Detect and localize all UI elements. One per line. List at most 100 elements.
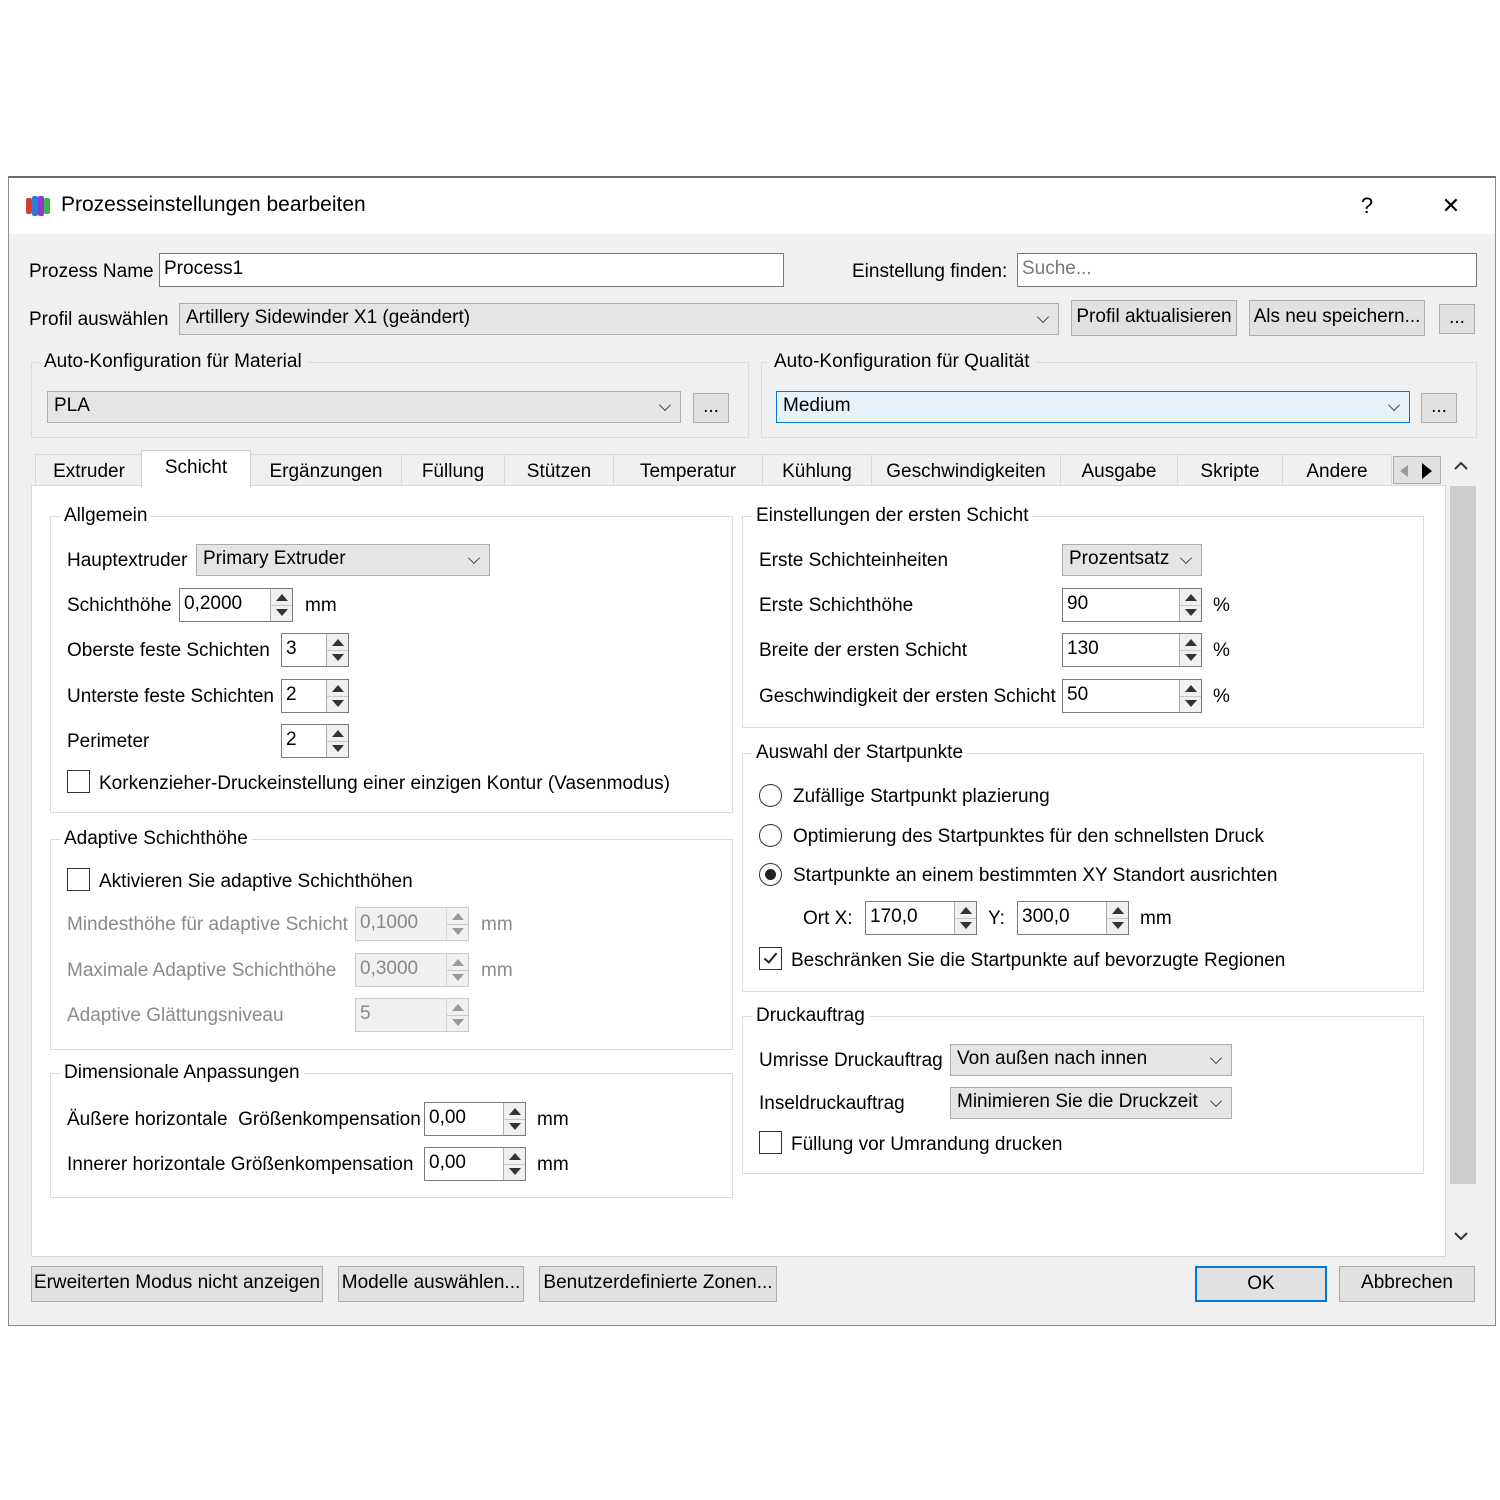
first-layer-speed-unit: % xyxy=(1213,686,1230,707)
quality-more-button[interactable]: ... xyxy=(1421,393,1457,423)
help-button[interactable]: ? xyxy=(1347,188,1387,224)
material-select[interactable]: PLA xyxy=(47,391,681,423)
adaptive-enable-checkbox[interactable] xyxy=(67,868,90,891)
spin-arrows-icon[interactable] xyxy=(503,1148,525,1180)
adaptive-min-unit: mm xyxy=(481,914,513,935)
outer-compensation-spinbox[interactable]: 0,00 xyxy=(424,1102,526,1136)
adaptive-enable-label: Aktivieren Sie adaptive Schichthöhen xyxy=(99,871,413,892)
scroll-down-icon[interactable] xyxy=(1453,1230,1469,1242)
start-x-spinbox[interactable]: 170,0 xyxy=(865,901,977,935)
spin-arrows-icon[interactable] xyxy=(326,634,348,666)
spin-arrows-icon[interactable] xyxy=(954,902,976,934)
update-profile-button[interactable]: Profil aktualisieren xyxy=(1071,300,1237,336)
general-title: Allgemein xyxy=(60,504,152,528)
inner-compensation-spinbox[interactable]: 0,00 xyxy=(424,1147,526,1181)
hide-advanced-button[interactable]: Erweiterten Modus nicht anzeigen xyxy=(31,1266,323,1302)
spin-arrows-icon[interactable] xyxy=(503,1103,525,1135)
layer-height-spinbox[interactable]: 0,2000 xyxy=(179,588,293,622)
outline-order-label: Umrisse Druckauftrag xyxy=(759,1050,943,1071)
start-random-radio[interactable] xyxy=(759,784,782,807)
ok-button[interactable]: OK xyxy=(1195,1266,1327,1302)
spin-arrows-icon[interactable] xyxy=(1179,680,1201,712)
custom-zones-button[interactable]: Benutzerdefinierte Zonen... xyxy=(539,1266,777,1302)
tab-scroll-right-icon[interactable] xyxy=(1422,463,1432,479)
profile-select[interactable]: Artillery Sidewinder X1 (geändert) xyxy=(179,303,1059,335)
tab-fuellung[interactable]: Füllung xyxy=(401,454,505,487)
tab-stuetzen[interactable]: Stützen xyxy=(504,454,614,487)
first-layer-width-unit: % xyxy=(1213,640,1230,661)
spin-arrows-icon[interactable] xyxy=(1179,589,1201,621)
infill-first-label: Füllung vor Umrandung drucken xyxy=(791,1134,1063,1155)
vase-mode-checkbox[interactable] xyxy=(67,770,90,793)
perimeter-spinbox[interactable]: 2 xyxy=(281,724,349,758)
restrict-start-checkbox[interactable] xyxy=(759,947,782,970)
first-layer-height-spinbox[interactable]: 90 xyxy=(1062,588,1202,622)
search-input[interactable]: Suche... xyxy=(1017,253,1477,287)
first-layer-width-spinbox[interactable]: 130 xyxy=(1062,633,1202,667)
infill-first-checkbox[interactable] xyxy=(759,1131,782,1154)
first-layer-speed-value: 50 xyxy=(1067,684,1089,705)
cancel-button[interactable]: Abbrechen xyxy=(1339,1266,1475,1302)
first-layer-units-select[interactable]: Prozentsatz xyxy=(1062,544,1202,576)
tab-ergaenzungen[interactable]: Ergänzungen xyxy=(250,454,402,487)
spin-arrows-icon[interactable] xyxy=(446,999,468,1031)
top-layers-spinbox[interactable]: 3 xyxy=(281,633,349,667)
vase-mode-label: Korkenzieher-Druckeinstellung einer einz… xyxy=(99,773,671,794)
select-models-button[interactable]: Modelle auswählen... xyxy=(338,1266,524,1302)
adaptive-min-spinbox[interactable]: 0,1000 xyxy=(355,907,469,941)
start-align-radio[interactable] xyxy=(759,863,782,886)
tab-kuehlung[interactable]: Kühlung xyxy=(762,454,872,487)
tab-andere[interactable]: Andere xyxy=(1282,454,1392,487)
close-icon[interactable]: ✕ xyxy=(1431,188,1471,224)
spin-arrows-icon[interactable] xyxy=(326,725,348,757)
first-layer-units-value: Prozentsatz xyxy=(1069,548,1170,569)
profile-select-label: Profil auswählen xyxy=(29,309,169,330)
tab-scroll-left-icon[interactable] xyxy=(1400,465,1408,477)
bottom-layers-spinbox[interactable]: 2 xyxy=(281,679,349,713)
inner-compensation-label: Innerer horizontale Größenkompensation xyxy=(67,1154,414,1175)
adaptive-smooth-spinbox[interactable]: 5 xyxy=(355,998,469,1032)
auto-material-title: Auto-Konfiguration für Material xyxy=(39,350,307,374)
chevron-down-icon xyxy=(658,398,672,412)
island-order-select[interactable]: Minimieren Sie die Druckzeit xyxy=(950,1087,1232,1119)
scroll-up-icon[interactable] xyxy=(1453,460,1469,472)
spin-arrows-icon[interactable] xyxy=(1106,902,1128,934)
process-name-input[interactable]: Process1 xyxy=(159,253,784,287)
spin-arrows-icon[interactable] xyxy=(446,954,468,986)
tab-ausgabe[interactable]: Ausgabe xyxy=(1060,454,1178,487)
chevron-down-icon xyxy=(1387,398,1401,412)
layer-height-value: 0,2000 xyxy=(184,593,243,614)
first-layer-width-label: Breite der ersten Schicht xyxy=(759,640,968,661)
main-extruder-select[interactable]: Primary Extruder xyxy=(196,544,490,576)
tab-schicht[interactable]: Schicht xyxy=(141,450,251,488)
spin-arrows-icon[interactable] xyxy=(326,680,348,712)
spin-arrows-icon[interactable] xyxy=(270,589,292,621)
start-y-spinbox[interactable]: 300,0 xyxy=(1017,901,1129,935)
first-layer-title: Einstellungen der ersten Schicht xyxy=(752,504,1033,528)
quality-select[interactable]: Medium xyxy=(776,391,1410,423)
tab-extruder[interactable]: Extruder xyxy=(35,454,143,487)
tab-geschwindigkeiten[interactable]: Geschwindigkeiten xyxy=(871,454,1061,487)
first-layer-speed-spinbox[interactable]: 50 xyxy=(1062,679,1202,713)
title-bar[interactable]: Prozesseinstellungen bearbeiten ? ✕ xyxy=(9,178,1495,234)
adaptive-title: Adaptive Schichthöhe xyxy=(60,827,252,851)
save-as-new-button[interactable]: Als neu speichern... xyxy=(1249,300,1425,336)
perimeter-value: 2 xyxy=(286,729,297,750)
tab-temperatur[interactable]: Temperatur xyxy=(613,454,763,487)
process-name-label: Prozess Name xyxy=(29,261,154,282)
start-optimize-radio[interactable] xyxy=(759,824,782,847)
outline-order-select[interactable]: Von außen nach innen xyxy=(950,1044,1232,1076)
tab-skripte[interactable]: Skripte xyxy=(1177,454,1283,487)
scrollbar-thumb[interactable] xyxy=(1450,486,1476,1184)
spin-arrows-icon[interactable] xyxy=(1179,634,1201,666)
start-align-label: Startpunkte an einem bestimmten XY Stand… xyxy=(793,865,1278,886)
spin-arrows-icon[interactable] xyxy=(446,908,468,940)
profile-more-button[interactable]: ... xyxy=(1439,304,1475,334)
inner-compensation-unit: mm xyxy=(537,1154,569,1175)
start-random-label: Zufällige Startpunkt plazierung xyxy=(793,786,1050,807)
adaptive-max-spinbox[interactable]: 0,3000 xyxy=(355,953,469,987)
tab-bar: Extruder Schicht Ergänzungen Füllung Stü… xyxy=(31,450,1446,488)
inner-compensation-value: 0,00 xyxy=(429,1152,466,1173)
material-more-button[interactable]: ... xyxy=(693,393,729,423)
perimeter-label: Perimeter xyxy=(67,731,150,752)
